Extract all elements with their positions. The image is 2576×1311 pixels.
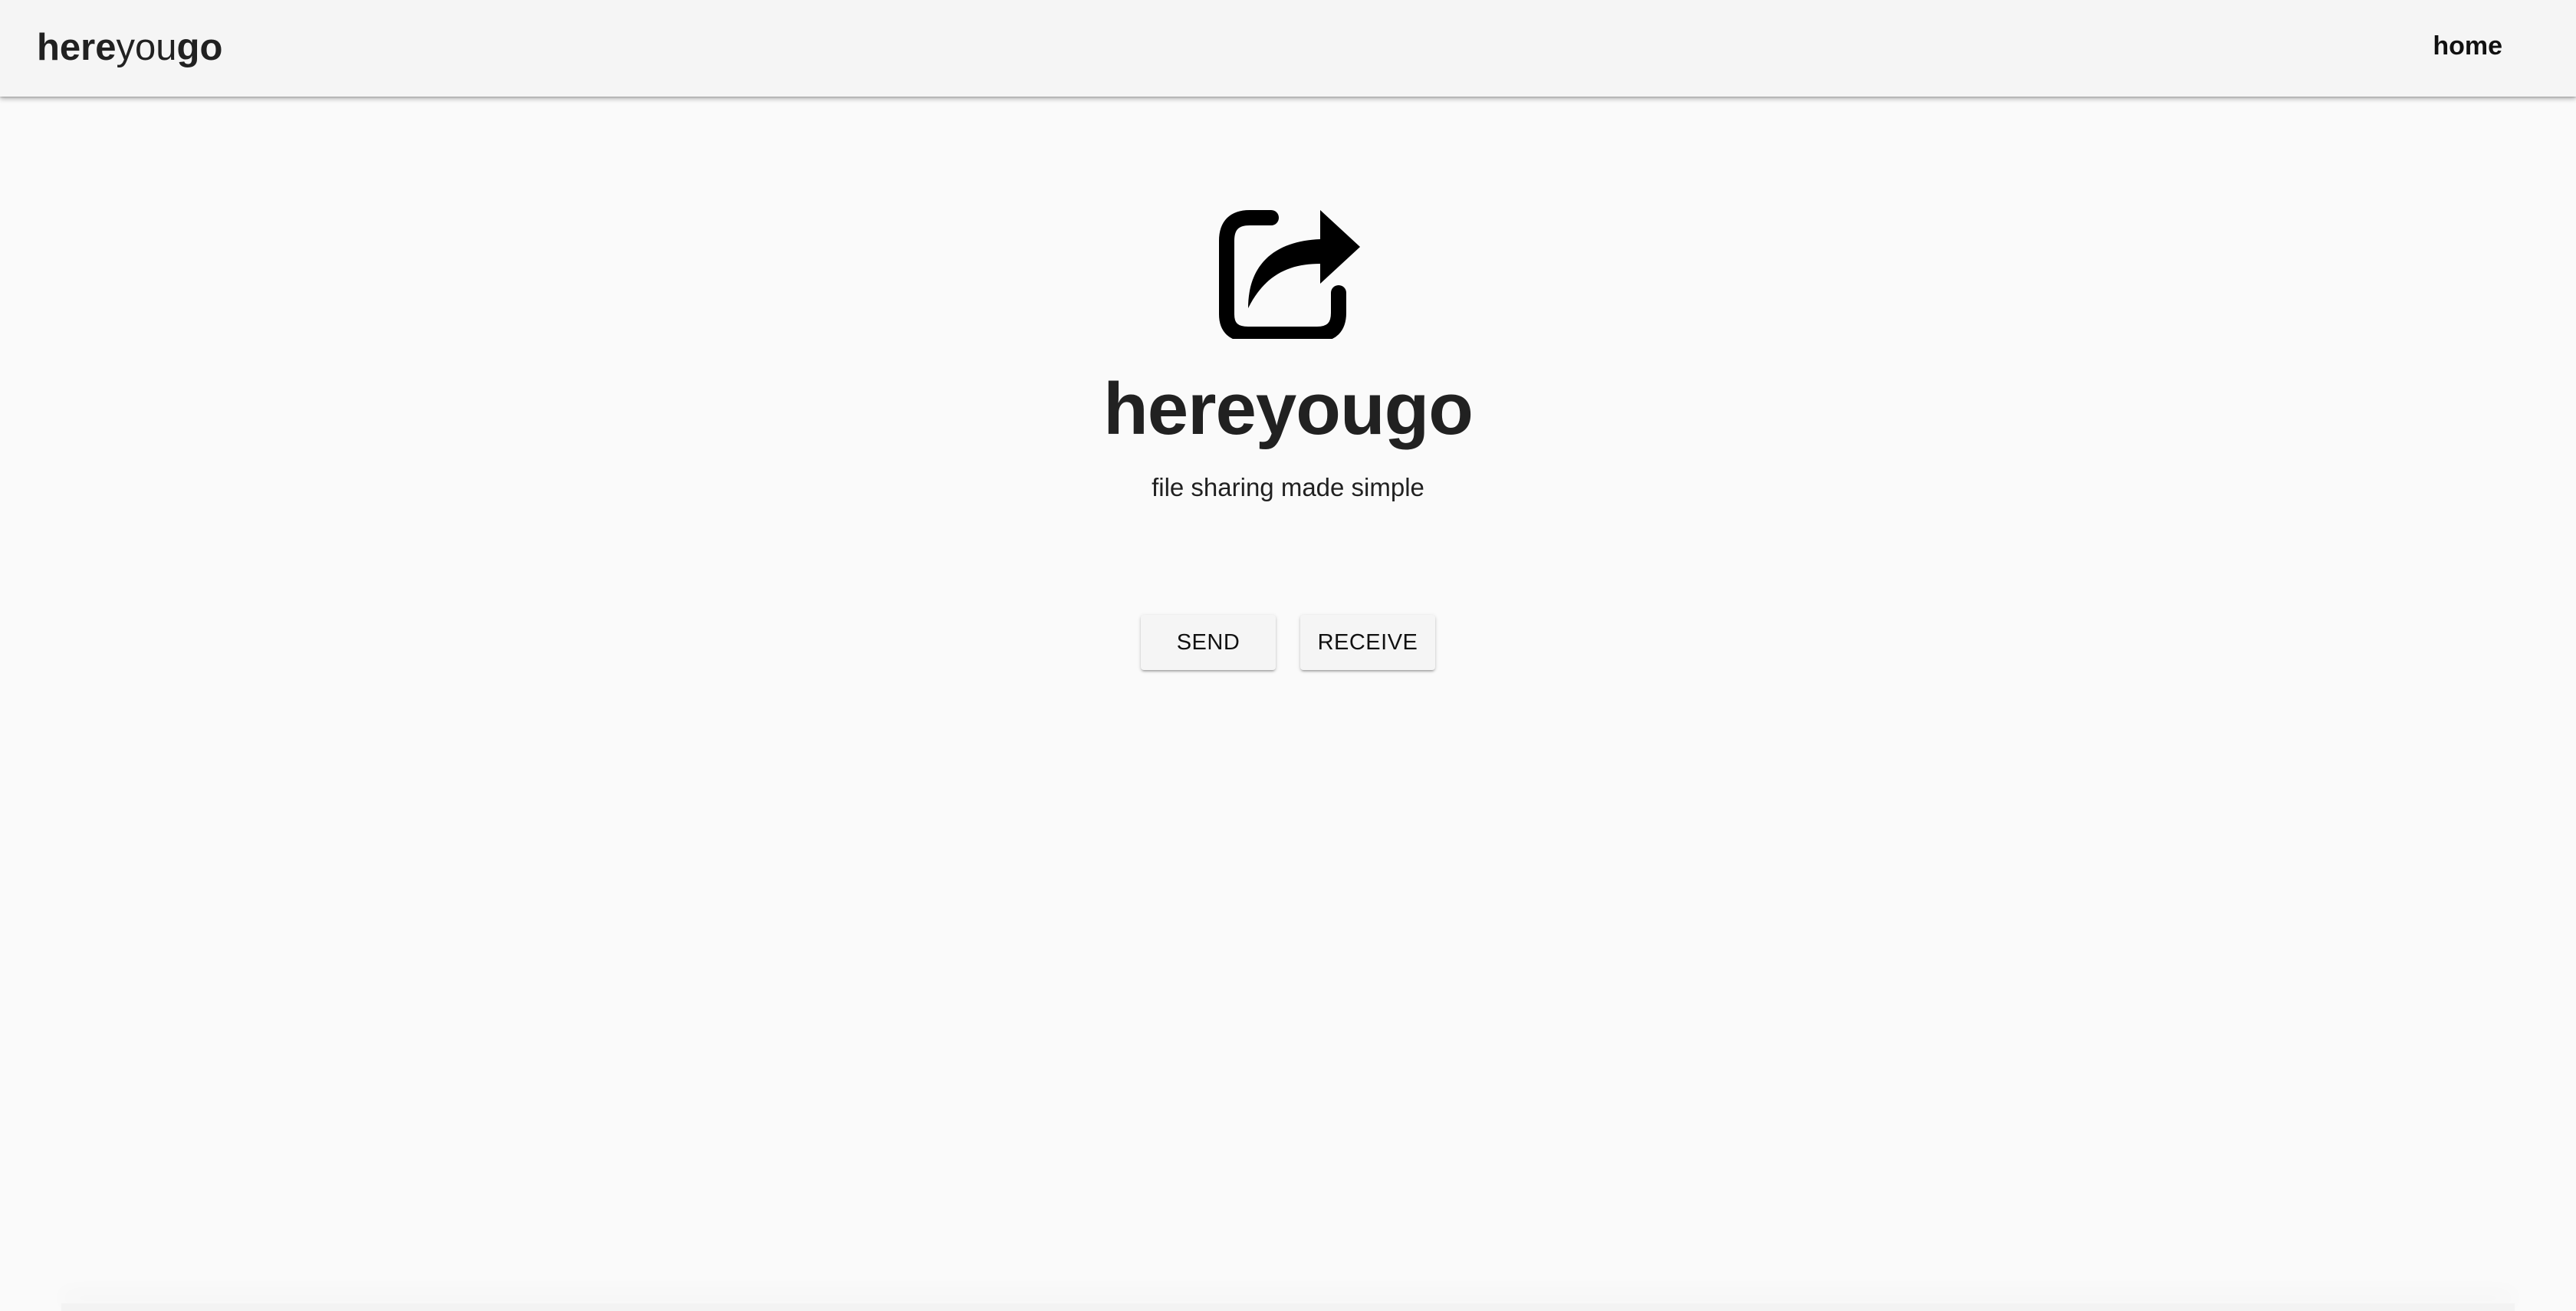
hero-title: hereyougo: [1103, 368, 1474, 450]
brand-logo[interactable]: hereyougo: [37, 23, 222, 72]
top-app-bar: hereyougo home: [0, 0, 2576, 97]
receive-button[interactable]: RECEIVE: [1300, 615, 1435, 670]
nav-home-link[interactable]: home: [2433, 28, 2502, 64]
brand-part-go: go: [176, 27, 223, 68]
brand-part-here: here: [37, 27, 117, 68]
send-button[interactable]: SEND: [1141, 615, 1276, 670]
bottom-sheet-edge: [61, 1303, 2515, 1311]
share-icon: [1219, 210, 1360, 339]
brand-part-you: you: [116, 27, 177, 68]
hero-subtitle: file sharing made simple: [1152, 473, 1424, 501]
